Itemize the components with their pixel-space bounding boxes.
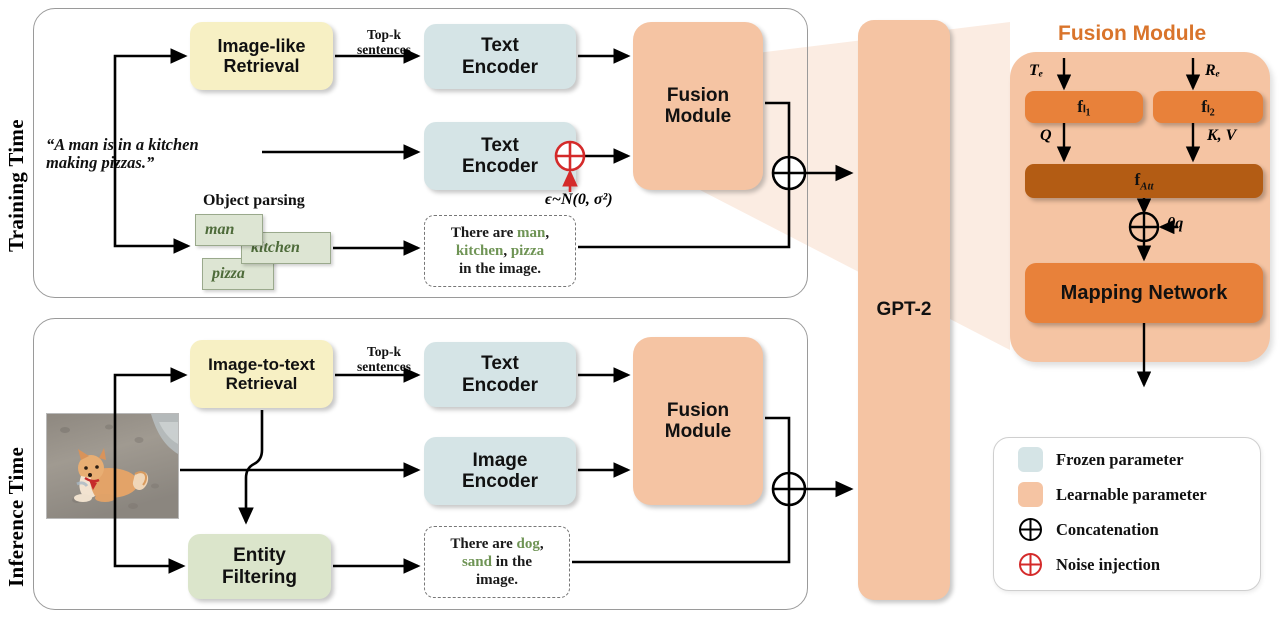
- noise-formula-label: ϵ~N(0, σ²): [545, 191, 613, 208]
- training-object-parsing-label-text: Object parsing: [203, 192, 305, 209]
- inference-retrieval-line2: Retrieval: [225, 374, 298, 393]
- legend-item-frozen: Frozen parameter: [1018, 447, 1184, 472]
- legend-swatch-learnable: [1018, 482, 1043, 507]
- inference-image-encoder-line1: Image: [472, 449, 528, 471]
- prompt-entity-kitchen: kitchen: [455, 242, 504, 259]
- inference-prompt-text-2: ,: [539, 535, 544, 552]
- fusion-block-fl1[interactable]: fₗ₁: [1025, 91, 1143, 123]
- prompt-entity-man: man: [517, 224, 546, 241]
- inference-text-encoder-box[interactable]: Text Encoder: [424, 342, 576, 407]
- inference-image-encoder-line2: Encoder: [461, 471, 539, 492]
- inference-prompt-text-3: in the: [492, 553, 533, 570]
- caption-line-2: making pizzas.”: [46, 153, 155, 173]
- prompt-entity-pizza: pizza: [510, 242, 545, 259]
- legend-label-learnable: Learnable parameter: [1056, 484, 1207, 504]
- training-input-caption: “A man is in a kitchen making pizzas.”: [46, 135, 261, 173]
- inference-prompt-text-1: There are: [450, 535, 517, 552]
- inference-topk-line2: sentences: [357, 358, 411, 374]
- fusion-mapping-network-block[interactable]: Mapping Network: [1025, 263, 1263, 323]
- inference-prompt-entity-dog: dog: [516, 535, 540, 552]
- fusion-block-fl2-label: fₗ₂: [1201, 97, 1215, 116]
- fusion-input-re-label: Rₑ: [1205, 62, 1221, 79]
- figure-canvas: Training Time Inference Time “A man is i…: [0, 0, 1280, 618]
- noise-injection-icon: [1018, 552, 1043, 577]
- fusion-detail-title: Fusion Module: [1058, 22, 1207, 45]
- topk-line1: Top-k: [366, 27, 402, 42]
- inference-image-to-text-retrieval-box[interactable]: Image-to-text Retrieval: [190, 340, 333, 408]
- inference-fusion-module-box[interactable]: Fusion Module: [633, 337, 763, 505]
- inference-prompt-entity-sand: sand: [461, 553, 492, 570]
- training-text-encoder-top[interactable]: Text Encoder: [424, 24, 576, 89]
- training-topk-label: Top-k sentences: [345, 27, 423, 58]
- text-encoder-mid-line1: Text: [481, 134, 519, 156]
- training-fusion-line2: Module: [664, 106, 732, 127]
- legend-swatch-frozen: [1018, 447, 1043, 472]
- legend-item-noise-injection: Noise injection: [1018, 552, 1160, 577]
- dog-photo-illustration: [47, 414, 178, 518]
- inference-input-image: [46, 413, 179, 519]
- concatenation-icon: [1018, 517, 1043, 542]
- text-encoder-top-line1: Text: [481, 35, 519, 57]
- inference-entity-filtering-box[interactable]: Entity Filtering: [188, 534, 331, 599]
- text-encoder-mid-line2: Encoder: [461, 156, 539, 177]
- text-encoder-top-line2: Encoder: [461, 56, 539, 78]
- legend-label-noise-injection: Noise injection: [1056, 554, 1161, 574]
- topk-line2: sentences: [357, 41, 411, 57]
- inference-text-encoder-line2: Encoder: [461, 374, 539, 396]
- legend-item-concatenation: Concatenation: [1018, 517, 1159, 542]
- prompt-text-4: in the image.: [458, 261, 542, 278]
- gpt2-backbone-box[interactable]: GPT-2: [858, 20, 950, 600]
- training-fusion-line1: Fusion: [666, 84, 730, 106]
- section-label-inference: Inference Time: [4, 446, 28, 587]
- fusion-attention-block[interactable]: fAtt: [1025, 164, 1263, 198]
- inference-image-encoder-box[interactable]: Image Encoder: [424, 437, 576, 505]
- inference-fusion-line2: Module: [664, 421, 732, 442]
- prompt-text-2: ,: [545, 224, 550, 241]
- fusion-signal-q-label: Q: [1040, 127, 1052, 144]
- gpt2-label: GPT-2: [876, 299, 932, 321]
- fusion-block-fl2[interactable]: fₗ₂: [1153, 91, 1263, 123]
- retrieval-label-line2: Retrieval: [223, 56, 300, 76]
- training-fusion-module-box[interactable]: Fusion Module: [633, 22, 763, 190]
- legend-item-learnable: Learnable parameter: [1018, 482, 1207, 507]
- fusion-mapping-network-label: Mapping Network: [1060, 281, 1228, 304]
- prompt-text-3: ,: [503, 242, 511, 259]
- training-text-encoder-mid[interactable]: Text Encoder: [424, 122, 576, 190]
- legend-label-frozen: Frozen parameter: [1056, 449, 1184, 469]
- retrieval-label-line1: Image-like: [217, 35, 306, 56]
- fusion-block-fl1-label: fₗ₁: [1077, 97, 1091, 116]
- object-tag-man: man: [195, 214, 263, 246]
- fusion-attention-label: fAtt: [1134, 169, 1154, 193]
- inference-prompt-text-4: image.: [475, 572, 519, 589]
- training-prompt-box: There are man, kitchen, pizza in the ima…: [424, 215, 576, 287]
- inference-topk-label: Top-k sentences: [345, 344, 423, 375]
- prompt-text-1: There are: [450, 224, 517, 241]
- entity-filtering-line2: Filtering: [222, 566, 297, 588]
- fusion-signal-kv-label: K, V: [1207, 127, 1237, 144]
- legend-label-concatenation: Concatenation: [1056, 519, 1159, 539]
- inference-fusion-line1: Fusion: [666, 399, 730, 421]
- fusion-input-te-label: Tₑ: [1029, 62, 1044, 79]
- inference-text-encoder-line1: Text: [481, 353, 519, 375]
- training-image-like-retrieval-box[interactable]: Image-like Retrieval: [190, 22, 333, 90]
- entity-filtering-line1: Entity: [233, 545, 286, 567]
- fusion-theta-label: θq: [1167, 215, 1184, 232]
- caption-line-1: “A man is in a kitchen: [46, 135, 199, 154]
- inference-retrieval-line1: Image-to-text: [208, 354, 315, 374]
- inference-topk-line1: Top-k: [366, 344, 402, 359]
- section-label-training: Training Time: [4, 119, 28, 252]
- inference-prompt-box: There are dog, sand in the image.: [424, 526, 570, 598]
